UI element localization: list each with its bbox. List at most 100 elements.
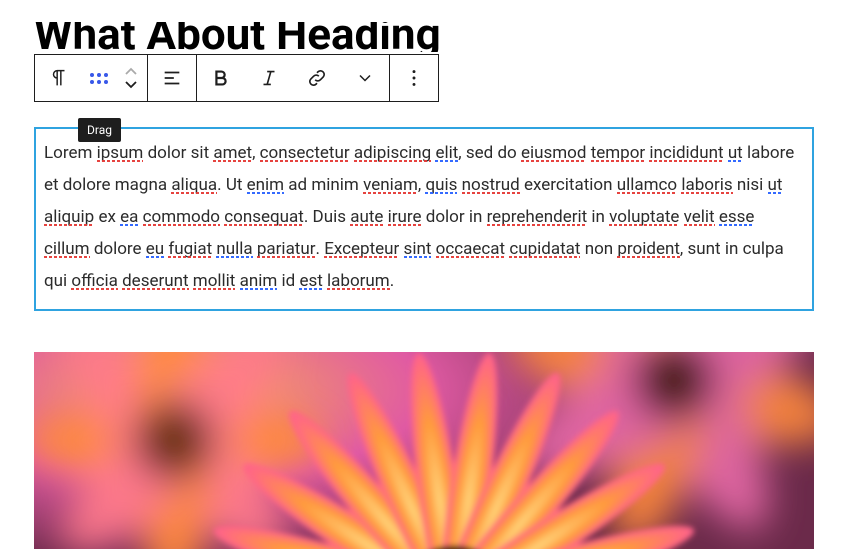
word: . [217, 175, 226, 195]
word: culpa [743, 239, 784, 259]
word: esse [719, 207, 755, 227]
align-left-icon [161, 67, 183, 89]
word: ea [120, 207, 138, 227]
word: cillum [44, 239, 90, 259]
word: minim [311, 175, 358, 195]
word: dolore [63, 175, 111, 195]
toolbar-group-align [148, 54, 197, 102]
toolbar-group-options [390, 54, 439, 102]
word: adipiscing [354, 143, 431, 163]
word: velit [684, 207, 715, 227]
word: et [44, 175, 59, 195]
word: in [469, 207, 483, 227]
word: reprehenderit [487, 207, 588, 227]
word: do [497, 143, 516, 163]
bold-icon [210, 67, 232, 89]
word: dolor [426, 207, 465, 227]
drag-icon [90, 69, 108, 87]
page-title-text: What About Heading [34, 22, 441, 52]
link-button[interactable] [293, 55, 341, 101]
chevron-down-icon [123, 78, 139, 90]
word: ad [288, 175, 307, 195]
paragraph-icon [48, 67, 70, 89]
more-rich-text-button[interactable] [341, 55, 389, 101]
word: voluptate [609, 207, 679, 227]
paragraph-block[interactable]: Lorem ipsum dolor sit amet, consectetur … [34, 127, 814, 311]
italic-icon [258, 67, 280, 89]
word: non [585, 239, 613, 259]
word: Duis [313, 207, 346, 227]
word: consectetur [260, 143, 350, 163]
word: nulla [216, 239, 252, 259]
word [143, 143, 147, 163]
word: ullamco [617, 175, 677, 195]
flower-image [34, 352, 814, 549]
word: Lorem [44, 143, 92, 163]
word: anim [240, 271, 278, 291]
word [738, 239, 742, 259]
word: eu [146, 239, 164, 259]
word: cupidatat [509, 239, 580, 259]
image-block[interactable] [34, 352, 814, 549]
word: laborum [327, 271, 390, 291]
drag-tooltip: Drag [78, 118, 121, 142]
word: enim [247, 175, 284, 195]
word: sed [466, 143, 493, 163]
word: ut [728, 143, 743, 163]
more-vertical-icon [403, 67, 425, 89]
align-button[interactable] [148, 55, 196, 101]
toolbar-group-block [34, 54, 148, 102]
chevron-down-icon [355, 68, 375, 88]
word: aliqua [171, 175, 217, 195]
drag-handle[interactable] [83, 55, 115, 101]
options-button[interactable] [390, 55, 438, 101]
block-type-button[interactable] [35, 55, 83, 101]
word: in [591, 207, 605, 227]
word: id [282, 271, 296, 291]
word: magna [115, 175, 167, 195]
word: dolor [148, 143, 187, 163]
word: Excepteur [324, 239, 399, 259]
word: veniam [363, 175, 418, 195]
word: tempor [591, 143, 646, 163]
move-arrows[interactable] [115, 55, 147, 101]
word: fugiat [168, 239, 212, 259]
word: Ut [226, 175, 243, 195]
word [277, 271, 281, 291]
toolbar-group-inline [197, 54, 390, 102]
word: consequat [224, 207, 304, 227]
word: ipsum [97, 143, 144, 163]
word: exercitation [524, 175, 613, 195]
word: laboris [681, 175, 732, 195]
bold-button[interactable] [197, 55, 245, 101]
word: elit [435, 143, 458, 163]
word: officia [71, 271, 117, 291]
word: est [299, 271, 322, 291]
word: dolore [94, 239, 142, 259]
italic-button[interactable] [245, 55, 293, 101]
word: aliquip [44, 207, 94, 227]
word: sint [404, 239, 432, 259]
word: occaecat [436, 239, 505, 259]
word: eiusmod [521, 143, 587, 163]
word: aute [350, 207, 383, 227]
word: sunt [687, 239, 720, 259]
word: pariatur [257, 239, 316, 259]
word: sit [191, 143, 209, 163]
word: in [725, 239, 739, 259]
tooltip-text: Drag [87, 123, 112, 137]
word: . [390, 271, 394, 291]
block-toolbar [34, 54, 439, 102]
word: nisi [737, 175, 763, 195]
page-title-fragment: What About Heading [34, 22, 814, 52]
word: qui [44, 271, 67, 291]
word: , [458, 143, 466, 163]
word: ut [768, 175, 783, 195]
word: amet [213, 143, 252, 163]
word: irure [388, 207, 422, 227]
word: , [252, 143, 260, 163]
chevron-up-icon [123, 66, 139, 78]
word: labore [747, 143, 794, 163]
word: commodo [143, 207, 220, 227]
word: deserunt [122, 271, 188, 291]
